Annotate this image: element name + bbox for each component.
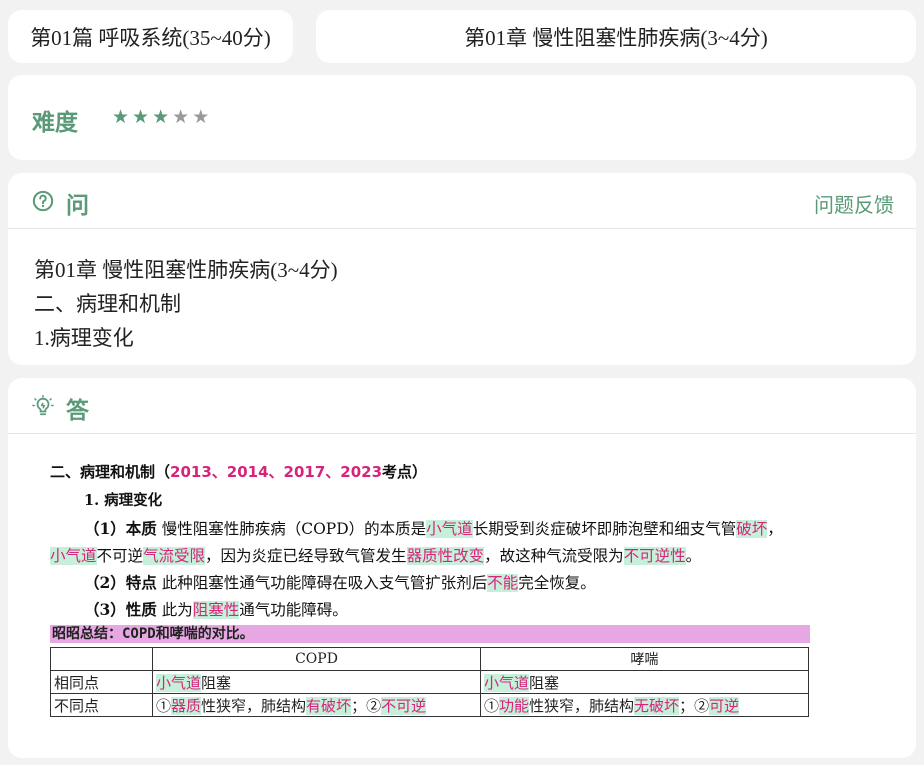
answer-p1-line1: （1）本质 慢性阻塞性肺疾病（COPD）的本质是小气道长期受到炎症破坏即肺泡壁和… — [84, 517, 783, 539]
cell-text: 阻塞 — [529, 673, 560, 692]
p1-highlight-2: 破坏 — [736, 520, 768, 538]
table-cell: ①功能性狭窄，肺结构无破坏；②可逆 — [480, 693, 809, 717]
cell-highlight: 可逆 — [709, 696, 740, 715]
cell-highlight: 小气道 — [484, 673, 530, 692]
p1-text-e: ，因为炎症已经导致气管发生 — [205, 547, 407, 565]
star-icon: ★ — [132, 106, 150, 128]
p1-highlight-6: 不可逆性 — [623, 547, 686, 565]
cell-highlight: 功能 — [499, 696, 530, 715]
section-chip[interactable]: 第01篇 呼吸系统(35~40分) — [8, 10, 293, 63]
cell-text: 阻塞 — [201, 673, 232, 692]
table-row-label: 相同点 — [50, 670, 153, 694]
difficulty-label: 难度 — [32, 110, 78, 136]
p1-highlight-4: 气流受限 — [143, 547, 206, 565]
p3-highlight: 阻塞性 — [192, 601, 240, 619]
p1-highlight-5: 器质性改变 — [406, 547, 485, 565]
lightbulb-icon — [32, 395, 54, 416]
table-row: 相同点 小气道阻塞 小气道阻塞 — [50, 670, 809, 694]
feedback-link[interactable]: 问题反馈 — [814, 189, 894, 218]
p2-text-b: 完全恢复。 — [518, 574, 596, 592]
question-circle-icon — [32, 190, 54, 212]
question-line: 1.病理变化 — [34, 326, 134, 350]
answer-card: 答 二、病理和机制（2013、2014、2017、2023考点） 1. 病理变化… — [8, 378, 916, 758]
question-title: 问 — [66, 193, 89, 219]
table-cell — [50, 647, 153, 671]
cell-text: 性狭窄，肺结构 — [529, 696, 635, 715]
difficulty-card: 难度 ★ ★ ★ ★ ★ — [8, 75, 916, 160]
question-card: 问 问题反馈 第01章 慢性阻塞性肺疾病(3~4分) 二、病理和机制 1.病理变… — [8, 173, 916, 365]
p2-label: （2）特点 — [84, 573, 157, 592]
star-icon: ★ — [152, 106, 170, 128]
p2-highlight: 不能 — [487, 574, 519, 592]
cell-text: ；② — [351, 696, 382, 715]
table-cell: ①器质性狭窄，肺结构有破坏；②不可逆 — [152, 693, 481, 717]
cell-text: ① — [156, 696, 172, 715]
p2-text-a: 此种阻塞性通气功能障碍在吸入支气管扩张剂后 — [161, 574, 488, 592]
answer-p3: （3）性质 此为阻塞性通气功能障碍。 — [84, 598, 348, 620]
answer-heading-suffix: 考点） — [382, 463, 428, 481]
summary-banner: 昭昭总结：COPD和哮喘的对比。 — [50, 625, 810, 643]
table-header-copd: COPD — [152, 647, 481, 671]
question-line: 二、病理和机制 — [34, 292, 181, 316]
cell-highlight: 无破坏 — [634, 696, 680, 715]
cell-highlight: 有破坏 — [306, 696, 352, 715]
comparison-table: COPD 哮喘 相同点 小气道阻塞 小气道阻塞 不同点 ①器质性狭窄，肺结构有破… — [50, 647, 809, 717]
p1-highlight-3: 小气道 — [50, 547, 97, 565]
star-icon: ★ — [112, 106, 130, 128]
p3-label: （3）性质 — [84, 600, 157, 619]
p3-text-b: 通气功能障碍。 — [239, 601, 348, 619]
answer-title: 答 — [66, 398, 89, 424]
table-row: 不同点 ①器质性狭窄，肺结构有破坏；②不可逆 ①功能性狭窄，肺结构无破坏；②可逆 — [50, 693, 809, 717]
answer-p1-line2: 小气道不可逆气流受限，因为炎症已经导致气管发生器质性改变，故这种气流受限为不可逆… — [50, 544, 701, 566]
answer-heading-years: 2013、2014、2017、2023 — [170, 463, 383, 481]
cell-text: ；② — [679, 696, 710, 715]
p1-highlight-1: 小气道 — [426, 520, 473, 538]
chapter-chip-label: 第01章 慢性阻塞性肺疾病(3~4分) — [464, 25, 768, 50]
cell-text: ① — [484, 696, 500, 715]
p1-text-a: 慢性阻塞性肺疾病（COPD）的本质是 — [161, 520, 427, 538]
table-header-asthma: 哮喘 — [480, 647, 809, 671]
chapter-chip[interactable]: 第01章 慢性阻塞性肺疾病(3~4分) — [316, 10, 916, 63]
p1-label: （1）本质 — [84, 519, 157, 538]
p1-text-b: 长期受到炎症破坏即肺泡壁和细支气管 — [472, 520, 737, 538]
question-line: 第01章 慢性阻塞性肺疾病(3~4分) — [34, 258, 338, 282]
section-chip-label: 第01篇 呼吸系统(35~40分) — [30, 25, 271, 50]
answer-subheading: 1. 病理变化 — [84, 492, 163, 509]
p1-text-c: ， — [767, 520, 783, 538]
answer-header: 答 — [8, 378, 916, 434]
cell-highlight: 器质 — [171, 696, 202, 715]
difficulty-stars: ★ ★ ★ ★ ★ — [112, 106, 209, 128]
table-cell: 小气道阻塞 — [480, 670, 809, 694]
p1-text-d: 不可逆 — [96, 547, 144, 565]
answer-heading-prefix: 二、病理和机制（ — [50, 463, 171, 481]
cell-highlight: 不可逆 — [381, 696, 427, 715]
question-body: 第01章 慢性阻塞性肺疾病(3~4分) 二、病理和机制 1.病理变化 — [34, 253, 338, 355]
answer-heading: 二、病理和机制（2013、2014、2017、2023考点） — [50, 461, 427, 482]
table-row-label: 不同点 — [50, 693, 153, 717]
answer-p2: （2）特点 此种阻塞性通气功能障碍在吸入支气管扩张剂后不能完全恢复。 — [84, 571, 596, 593]
star-icon: ★ — [172, 106, 190, 128]
table-cell: 小气道阻塞 — [152, 670, 481, 694]
star-icon: ★ — [192, 106, 210, 128]
cell-text: 性狭窄，肺结构 — [201, 696, 307, 715]
cell-highlight: 小气道 — [156, 673, 202, 692]
question-header: 问 问题反馈 — [8, 173, 916, 229]
answer-content: 二、病理和机制（2013、2014、2017、2023考点） 1. 病理变化 （… — [22, 435, 902, 755]
p1-text-f: ，故这种气流受限为 — [484, 547, 624, 565]
p3-text-a: 此为 — [161, 601, 193, 619]
p1-text-g: 。 — [685, 547, 702, 565]
table-row: COPD 哮喘 — [50, 647, 809, 671]
